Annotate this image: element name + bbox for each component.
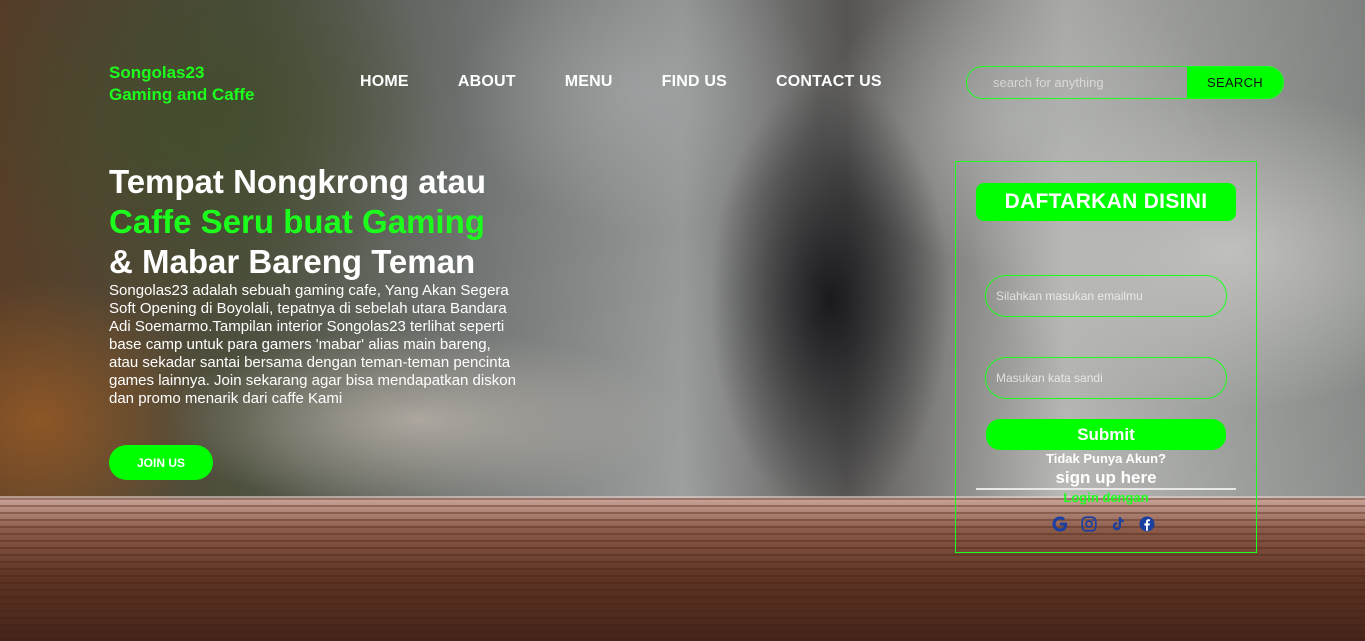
hero-title: Tempat Nongkrong atau Caffe Seru buat Ga… bbox=[109, 162, 529, 282]
search-input[interactable] bbox=[967, 67, 1187, 98]
nav-item-menu[interactable]: MENU bbox=[565, 73, 613, 91]
hero-title-line-1: Tempat Nongkrong atau bbox=[109, 163, 487, 200]
brand-name: Songolas23 bbox=[109, 63, 205, 82]
nav-item-home[interactable]: HOME bbox=[360, 73, 409, 91]
no-account-text: Tidak Punya Akun? bbox=[1046, 451, 1166, 466]
brand-logo[interactable]: Songolas23 Gaming and Caffe bbox=[109, 62, 254, 106]
nav-item-find-us[interactable]: FIND US bbox=[662, 73, 727, 91]
nav-item-about[interactable]: ABOUT bbox=[458, 73, 516, 91]
hero-title-line-3: & Mabar Bareng Teman bbox=[109, 243, 476, 280]
facebook-icon[interactable] bbox=[1138, 515, 1156, 533]
social-login-icons bbox=[1051, 515, 1167, 533]
hero-title-line-2: Caffe Seru buat Gaming bbox=[109, 203, 485, 240]
email-field[interactable] bbox=[985, 275, 1227, 317]
hero-section: Tempat Nongkrong atau Caffe Seru buat Ga… bbox=[109, 162, 529, 408]
tiktok-icon[interactable] bbox=[1109, 515, 1127, 533]
instagram-icon[interactable] bbox=[1080, 515, 1098, 533]
google-icon[interactable] bbox=[1051, 515, 1069, 533]
password-field[interactable] bbox=[985, 357, 1227, 399]
sign-up-link[interactable]: sign up here bbox=[956, 468, 1256, 488]
register-panel: DAFTARKAN DISINI Submit Tidak Punya Akun… bbox=[955, 161, 1257, 553]
join-us-button[interactable]: JOIN US bbox=[109, 445, 213, 480]
main-nav: HOME ABOUT MENU FIND US CONTACT US bbox=[360, 73, 931, 91]
login-with-text: Login dengan bbox=[1063, 490, 1149, 505]
hero-description: Songolas23 adalah sebuah gaming cafe, Ya… bbox=[109, 282, 516, 407]
nav-item-contact-us[interactable]: CONTACT US bbox=[776, 73, 882, 91]
search-button[interactable]: SEARCH bbox=[1187, 67, 1283, 98]
submit-button[interactable]: Submit bbox=[986, 419, 1226, 450]
register-title: DAFTARKAN DISINI bbox=[976, 183, 1236, 221]
brand-tagline: Gaming and Caffe bbox=[109, 85, 255, 104]
search-bar: SEARCH bbox=[966, 66, 1284, 99]
